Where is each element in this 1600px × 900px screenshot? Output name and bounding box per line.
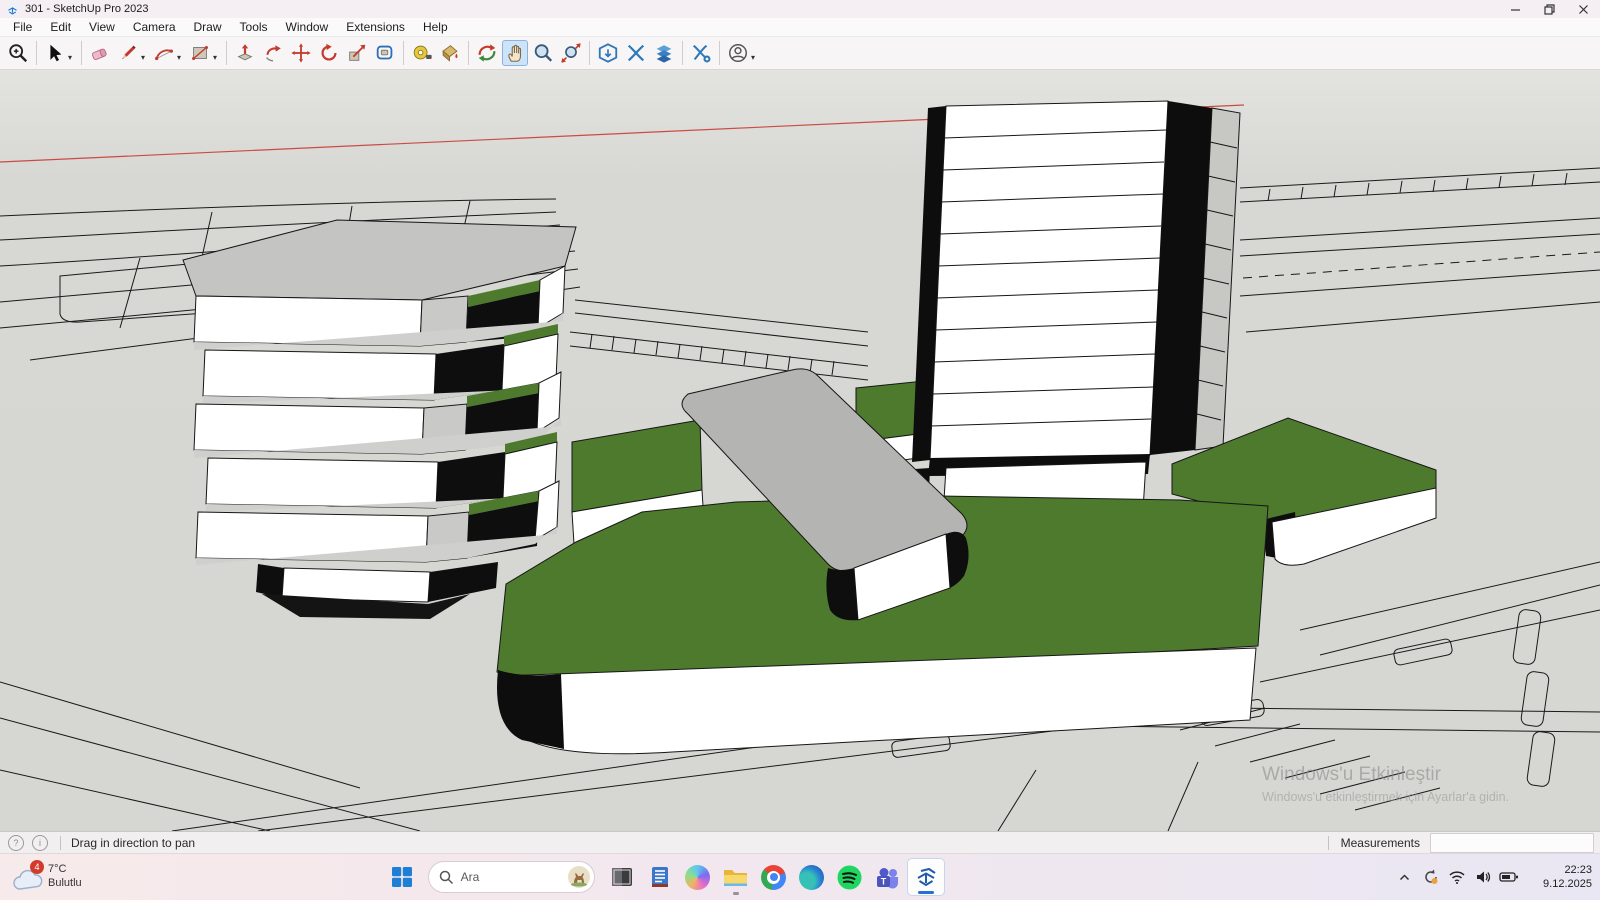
extension-manager-button[interactable] <box>688 40 714 66</box>
restore-button[interactable] <box>1532 0 1566 18</box>
clock-time: 22:23 <box>1530 863 1592 877</box>
search-highlight-image <box>567 865 591 889</box>
taskbar: 4 7°C Bulutlu Ara <box>0 853 1600 900</box>
tray-chevron-icon[interactable] <box>1394 866 1416 888</box>
system-tray: 22:23 9.12.2025 <box>1392 863 1592 892</box>
weather-badge: 4 <box>30 860 44 874</box>
app-icon-edge[interactable] <box>793 858 831 896</box>
search-placeholder: Ara <box>461 870 567 884</box>
select-dropdown-caret[interactable]: ▾ <box>68 53 75 62</box>
model-info-icon[interactable]: i <box>32 835 48 851</box>
toolbar-separator <box>468 41 469 65</box>
wifi-icon[interactable] <box>1446 866 1468 888</box>
toolbar-separator <box>682 41 683 65</box>
status-separator <box>1328 836 1329 850</box>
title-bar: 301 - SketchUp Pro 2023 <box>0 0 1600 18</box>
line-dropdown-caret[interactable]: ▾ <box>141 53 148 62</box>
search-icon <box>439 870 454 885</box>
tray-update-icon[interactable] <box>1420 866 1442 888</box>
volume-icon[interactable] <box>1472 866 1494 888</box>
menu-view[interactable]: View <box>80 18 124 37</box>
orbit-tool-button[interactable] <box>474 40 500 66</box>
zoom-extents-tool-button[interactable] <box>558 40 584 66</box>
followme-tool-button[interactable] <box>260 40 286 66</box>
sketchup-logo-icon <box>6 3 19 16</box>
rectangle-tool-button[interactable] <box>187 40 213 66</box>
search-box[interactable]: Ara <box>428 861 595 893</box>
app-icon-photos[interactable] <box>603 858 641 896</box>
weather-widget[interactable]: 4 7°C Bulutlu <box>10 862 160 892</box>
app-icon-file-explorer[interactable] <box>717 858 755 896</box>
status-separator <box>60 836 61 850</box>
zoom-select-tool-button[interactable] <box>5 40 31 66</box>
menu-extensions[interactable]: Extensions <box>337 18 414 37</box>
menu-file[interactable]: File <box>4 18 41 37</box>
eraser-tool-button[interactable] <box>87 40 113 66</box>
geolocation-icon[interactable]: ? <box>8 835 24 851</box>
toolbar-separator <box>226 41 227 65</box>
arc-tool-button[interactable] <box>151 40 177 66</box>
weather-temp: 7°C <box>48 863 82 877</box>
viewport-canvas[interactable]: Windows'u Etkinleştir Windows'u etkinleş… <box>0 70 1600 831</box>
close-button[interactable] <box>1566 0 1600 18</box>
viewport[interactable]: Windows'u Etkinleştir Windows'u etkinleş… <box>0 70 1600 831</box>
extension-warehouse-button[interactable] <box>623 40 649 66</box>
toolbar-separator <box>403 41 404 65</box>
app-icon-copilot[interactable] <box>679 858 717 896</box>
clock-date: 9.12.2025 <box>1530 877 1592 891</box>
windows-logo-icon <box>391 866 413 888</box>
app-icon-spotify[interactable] <box>831 858 869 896</box>
status-bar: ? i Drag in direction to pan Measurement… <box>0 831 1600 853</box>
menu-window[interactable]: Window <box>277 18 338 37</box>
select-tool-button[interactable] <box>42 40 68 66</box>
move-tool-button[interactable] <box>288 40 314 66</box>
pushpull-tool-button[interactable] <box>232 40 258 66</box>
account-dropdown-caret[interactable]: ▾ <box>751 53 758 62</box>
battery-icon[interactable] <box>1498 866 1520 888</box>
offset-tool-button[interactable] <box>372 40 398 66</box>
measurements-label: Measurements <box>1341 836 1420 850</box>
minimize-button[interactable] <box>1498 0 1532 18</box>
3d-warehouse-button[interactable] <box>595 40 621 66</box>
paint-bucket-tool-button[interactable] <box>437 40 463 66</box>
app-icon-teams[interactable]: T <box>869 858 907 896</box>
menu-draw[interactable]: Draw <box>185 18 231 37</box>
watermark-line1: Windows'u Etkinleştir <box>1262 764 1442 785</box>
menu-help[interactable]: Help <box>414 18 457 37</box>
rotate-tool-button[interactable] <box>316 40 342 66</box>
watermark-line2: Windows'u etkinleştirmek için Ayarlar'a … <box>1262 790 1509 804</box>
app-icon-chrome[interactable] <box>755 858 793 896</box>
svg-text:T: T <box>880 877 886 887</box>
start-button[interactable] <box>384 859 420 895</box>
menu-bar: File Edit View Camera Draw Tools Window … <box>0 18 1600 37</box>
weather-condition: Bulutlu <box>48 877 82 891</box>
toolbar-separator <box>36 41 37 65</box>
toolbar-separator <box>719 41 720 65</box>
menu-tools[interactable]: Tools <box>231 18 277 37</box>
rectangle-dropdown-caret[interactable]: ▾ <box>213 53 220 62</box>
line-tool-button[interactable] <box>115 40 141 66</box>
app-icon-sketchup[interactable] <box>907 858 945 896</box>
menu-edit[interactable]: Edit <box>41 18 80 37</box>
toolbar: ▾ ▾ ▾ ▾ ▾ <box>0 37 1600 70</box>
toolbar-separator <box>589 41 590 65</box>
app-icon-notepad[interactable] <box>641 858 679 896</box>
account-button[interactable] <box>725 40 751 66</box>
taskbar-clock[interactable]: 22:23 9.12.2025 <box>1530 863 1592 892</box>
pan-tool-button[interactable] <box>502 40 528 66</box>
layers-button[interactable] <box>651 40 677 66</box>
measurements-input[interactable] <box>1430 833 1594 853</box>
zoom-tool-button[interactable] <box>530 40 556 66</box>
tape-measure-tool-button[interactable] <box>409 40 435 66</box>
scale-tool-button[interactable] <box>344 40 370 66</box>
window-title: 301 - SketchUp Pro 2023 <box>25 3 149 15</box>
status-hint: Drag in direction to pan <box>71 836 195 850</box>
toolbar-separator <box>81 41 82 65</box>
menu-camera[interactable]: Camera <box>124 18 185 37</box>
arc-dropdown-caret[interactable]: ▾ <box>177 53 184 62</box>
